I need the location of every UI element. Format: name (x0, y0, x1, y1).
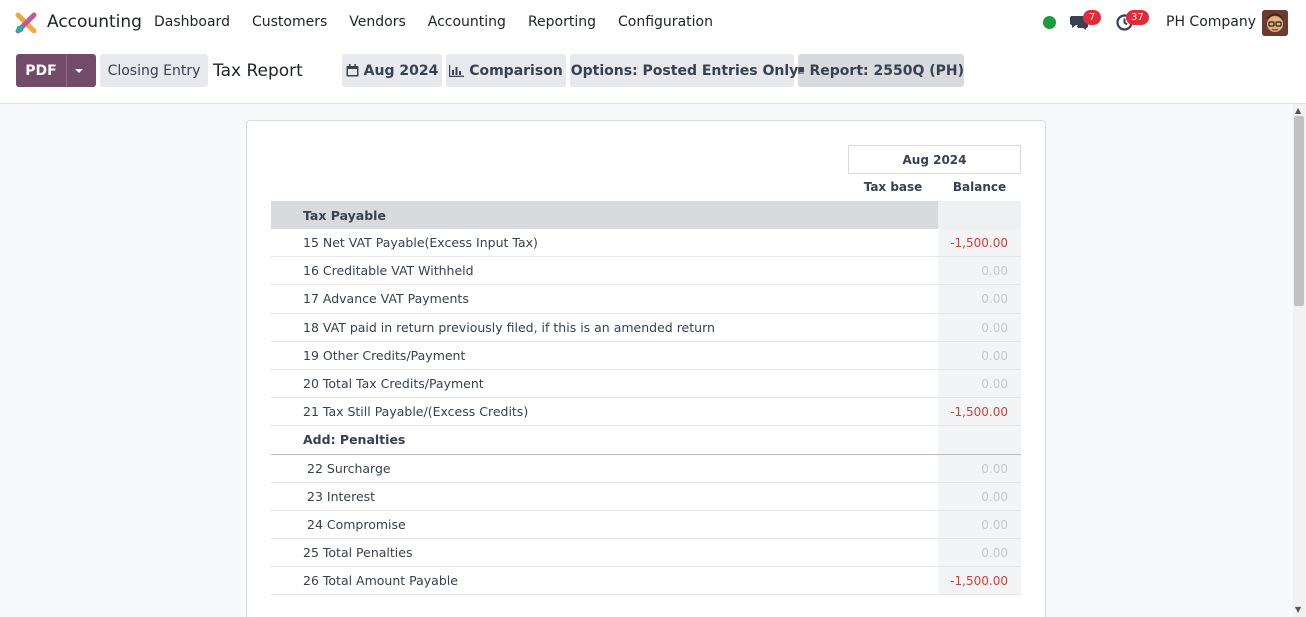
user-avatar[interactable] (1262, 10, 1288, 36)
report-selector-button[interactable]: Report: 2550Q (PH) (798, 54, 964, 87)
date-filter-button[interactable]: Aug 2024 (342, 54, 442, 87)
report-sheet: Aug 2024 Tax base Balance Tax Payable 15 … (246, 120, 1046, 617)
report-content-area: Aug 2024 Tax base Balance Tax Payable 15 … (0, 104, 1306, 617)
report-line[interactable]: 25 Total Penalties 0.00 (271, 539, 1021, 568)
period-column-header: Aug 2024 (848, 145, 1021, 174)
comparison-button[interactable]: Comparison (446, 54, 566, 87)
report-line-label: 15 Net VAT Payable(Excess Input Tax) (303, 235, 538, 251)
app-name[interactable]: Accounting (47, 12, 142, 32)
report-line-label: 24 Compromise (307, 516, 406, 532)
report-line[interactable]: 22 Surcharge 0.00 (271, 454, 1021, 483)
report-line[interactable]: 21 Tax Still Payable/(Excess Credits) -1,… (271, 398, 1021, 427)
report-line-balance[interactable]: 0.00 (938, 257, 1021, 285)
tax-base-column-header: Tax base (863, 180, 923, 194)
date-filter-label: Aug 2024 (363, 62, 439, 79)
pdf-dropdown-toggle[interactable] (66, 54, 96, 87)
report-line-label: 17 Advance VAT Payments (303, 291, 469, 307)
report-line[interactable]: 19 Other Credits/Payment 0.00 (271, 341, 1021, 370)
report-line-label: 22 Surcharge (307, 460, 391, 476)
report-line-balance[interactable]: -1,500.00 (938, 398, 1021, 426)
menu-vendors[interactable]: Vendors (338, 14, 416, 30)
page-title: Tax Report (213, 61, 303, 81)
presence-status-icon[interactable] (1043, 16, 1056, 29)
report-line[interactable]: 26 Total Amount Payable -1,500.00 (271, 567, 1021, 596)
report-line-balance[interactable] (938, 201, 1021, 229)
scrollbar-thumb[interactable] (1294, 116, 1304, 306)
main-menu: Dashboard Customers Vendors Accounting R… (143, 14, 724, 30)
report-line-label: 20 Total Tax Credits/Payment (303, 376, 484, 392)
report-line[interactable]: 20 Total Tax Credits/Payment 0.00 (271, 369, 1021, 399)
report-line-balance[interactable]: -1,500.00 (938, 229, 1021, 257)
menu-configuration[interactable]: Configuration (607, 14, 724, 30)
report-line-balance[interactable] (938, 426, 1021, 454)
menu-dashboard[interactable]: Dashboard (143, 14, 241, 30)
report-line[interactable]: 17 Advance VAT Payments 0.00 (271, 285, 1021, 314)
pdf-button[interactable]: PDF (16, 54, 66, 87)
balance-column-header: Balance (952, 180, 1007, 194)
menu-accounting[interactable]: Accounting (417, 14, 517, 30)
messages-count-badge: 7 (1083, 10, 1101, 25)
report-line-balance[interactable]: 0.00 (938, 510, 1021, 539)
report-line-label: Add: Penalties (303, 432, 406, 448)
activities-count-badge: 37 (1126, 10, 1149, 25)
report-line-balance[interactable]: 0.00 (938, 313, 1021, 341)
menu-reporting[interactable]: Reporting (517, 14, 607, 30)
report-line-label: 16 Creditable VAT Withheld (303, 263, 474, 279)
report-line-label: 26 Total Amount Payable (303, 573, 458, 589)
company-switcher[interactable]: PH Company (1166, 14, 1256, 30)
comparison-label: Comparison (469, 62, 563, 79)
bar-chart-icon (449, 64, 465, 77)
calendar-icon (346, 64, 359, 77)
report-line-label: 21 Tax Still Payable/(Excess Credits) (303, 404, 529, 420)
report-line[interactable]: 24 Compromise 0.00 (271, 510, 1021, 540)
report-line-balance[interactable]: 0.00 (938, 539, 1021, 567)
report-line-label: Tax Payable (303, 207, 386, 223)
caret-down-icon (75, 68, 83, 73)
report-line-label: 25 Total Penalties (303, 545, 413, 561)
scroll-down-arrow-icon[interactable]: ▼ (1295, 605, 1301, 614)
report-lines: Tax Payable 15 Net VAT Payable(Excess Inp… (271, 201, 1021, 596)
top-navbar: Accounting Dashboard Customers Vendors A… (0, 0, 1306, 46)
report-label: Report: 2550Q (PH) (809, 62, 965, 79)
report-line-balance[interactable]: 0.00 (938, 341, 1021, 369)
report-line[interactable]: 16 Creditable VAT Withheld 0.00 (271, 257, 1021, 286)
report-line-balance[interactable]: 0.00 (938, 369, 1021, 398)
report-line-balance[interactable]: -1,500.00 (938, 567, 1021, 595)
accounting-app-icon[interactable] (15, 12, 37, 34)
report-line[interactable]: 23 Interest 0.00 (271, 482, 1021, 511)
report-line-balance[interactable]: 0.00 (938, 482, 1021, 510)
report-line[interactable]: Add: Penalties (271, 426, 1021, 455)
menu-customers[interactable]: Customers (241, 14, 338, 30)
report-line-label: 23 Interest (307, 488, 376, 504)
control-panel: PDF Closing Entry Tax Report Aug 2024 Co… (0, 46, 1306, 104)
book-icon (798, 66, 804, 75)
report-line[interactable]: 15 Net VAT Payable(Excess Input Tax) -1,5… (271, 229, 1021, 258)
closing-entry-button[interactable]: Closing Entry (100, 54, 208, 87)
options-filter-button[interactable]: Options: Posted Entries Only (570, 54, 798, 87)
report-line-label: 18 VAT paid in return previously filed, … (303, 319, 715, 335)
report-line-balance[interactable]: 0.00 (938, 454, 1021, 482)
options-label: Options: Posted Entries Only (570, 62, 799, 79)
report-line[interactable]: Tax Payable (271, 201, 1021, 229)
report-line[interactable]: 18 VAT paid in return previously filed, … (271, 313, 1021, 342)
scroll-up-arrow-icon[interactable]: ▲ (1295, 106, 1301, 115)
report-line-balance[interactable]: 0.00 (938, 285, 1021, 313)
report-line-label: 19 Other Credits/Payment (303, 347, 466, 363)
